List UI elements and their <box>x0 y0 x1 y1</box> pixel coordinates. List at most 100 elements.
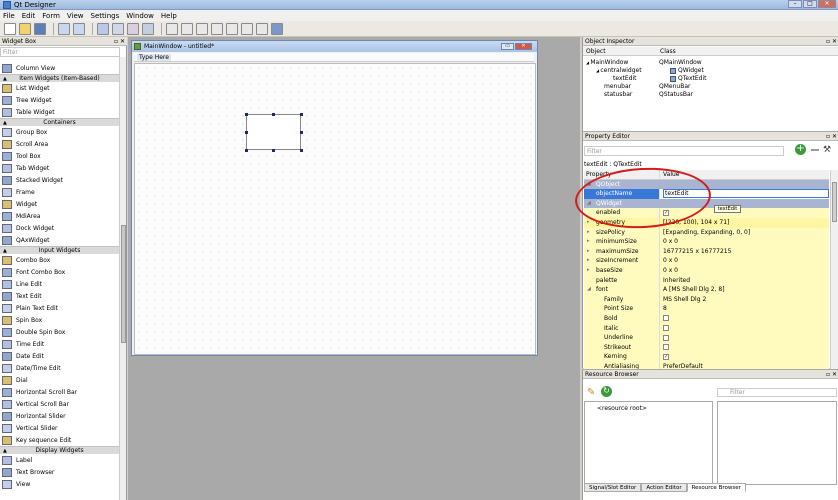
property-row-minimumsize[interactable]: ▸ minimumSize 0 x 0 <box>584 237 829 247</box>
layout-horizontal-icon[interactable] <box>166 22 178 35</box>
widget-category-header[interactable]: ▲ Display Widgets <box>0 446 119 454</box>
property-row-underline[interactable]: Underline <box>584 333 829 343</box>
widget-item-label[interactable]: Label <box>0 454 119 466</box>
expand-arrow-icon[interactable]: ▲ <box>3 247 7 255</box>
widget-item-dial[interactable]: Dial <box>0 374 119 386</box>
property-row-sizepolicy[interactable]: ▸ sizePolicy [Expanding, Expanding, 0, 0] <box>584 227 829 238</box>
property-value[interactable] <box>660 352 829 362</box>
resource-filter-input[interactable]: Filter <box>717 388 837 397</box>
widget-item-tab-widget[interactable]: Tab Widget <box>0 162 119 174</box>
remove-dynamic-property-icon[interactable] <box>811 149 819 151</box>
property-row-antialiasing[interactable]: Antialiasing PreferDefault <box>584 361 829 369</box>
property-checkbox[interactable] <box>663 353 669 360</box>
property-value[interactable]: 0 x 0 <box>660 237 829 247</box>
widget-category-header[interactable]: ▲ Item Widgets (Item-Based) <box>0 74 119 82</box>
object-tree-row[interactable]: ◢ centralwidget <box>596 67 642 75</box>
widget-item-time-edit[interactable]: Time Edit <box>0 338 119 350</box>
resize-handle[interactable] <box>300 149 303 152</box>
widget-item-mdiarea[interactable]: MdiArea <box>0 210 119 222</box>
expand-arrow-icon[interactable]: ▲ <box>3 75 7 83</box>
widget-item-double-spin-box[interactable]: Double Spin Box <box>0 326 119 338</box>
text-edit-widget[interactable] <box>246 114 301 150</box>
widget-item-dock-widget[interactable]: Dock Widget <box>0 222 119 234</box>
widget-item-qaxwidget[interactable]: QAxWidget <box>0 234 119 246</box>
widget-item-spin-box[interactable]: Spin Box <box>0 314 119 326</box>
widget-item-view[interactable]: View <box>0 478 119 490</box>
widget-item-group-box[interactable]: Group Box <box>0 126 119 138</box>
menu-help[interactable]: Help <box>161 12 177 20</box>
widget-item-table-widget[interactable]: Table Widget <box>0 106 119 118</box>
dock-float-close-icon[interactable]: ▫ ✕ <box>826 132 837 141</box>
property-value[interactable] <box>660 333 829 343</box>
property-row-italic[interactable]: Italic <box>584 323 829 334</box>
layout-form-icon[interactable] <box>226 22 238 35</box>
widget-item-combo-box[interactable]: Combo Box <box>0 254 119 266</box>
widget-category-header[interactable]: ▲ Containers <box>0 118 119 126</box>
widget-item-tool-box[interactable]: Tool Box <box>0 150 119 162</box>
property-checkbox[interactable] <box>663 344 669 351</box>
widget-box-scrollbar[interactable] <box>119 57 126 500</box>
object-tree-row[interactable]: ◢ MainWindow <box>586 59 628 67</box>
form-menubar[interactable]: Type Here <box>134 53 534 62</box>
widget-item-horizontal-slider[interactable]: Horizontal Slider <box>0 410 119 422</box>
edit-buddies-icon[interactable] <box>127 22 139 35</box>
layout-grid-icon[interactable] <box>241 22 253 35</box>
property-checkbox[interactable] <box>663 315 669 322</box>
property-value[interactable]: [Expanding, Expanding, 0, 0] <box>660 228 829 238</box>
expand-arrow-icon[interactable]: ▲ <box>3 447 7 455</box>
menu-settings[interactable]: Settings <box>91 12 120 20</box>
widget-item-line-edit[interactable]: Line Edit <box>0 278 119 290</box>
property-row-family[interactable]: Family MS Shell Dlg 2 <box>584 294 829 305</box>
property-value[interactable]: PreferDefault <box>660 362 829 369</box>
dock-float-close-icon[interactable]: ▫ ✕ <box>826 37 837 46</box>
property-value[interactable] <box>660 314 829 324</box>
edit-resources-icon[interactable]: ✎ <box>587 387 595 398</box>
widget-item-scroll-area[interactable]: Scroll Area <box>0 138 119 150</box>
property-checkbox[interactable] <box>663 334 669 341</box>
resource-root-item[interactable]: <resource root> <box>585 402 712 412</box>
expand-arrow-icon[interactable]: ▸ <box>587 218 590 228</box>
expand-arrow-icon[interactable]: ▸ <box>587 256 590 266</box>
widget-item-stacked-widget[interactable]: Stacked Widget <box>0 174 119 186</box>
property-value[interactable]: 16777215 x 16777215 <box>660 247 829 257</box>
widget-item-font-combo-box[interactable]: Font Combo Box <box>0 266 119 278</box>
resize-handle[interactable] <box>272 113 275 116</box>
configure-icon[interactable]: ⚒ <box>823 145 835 155</box>
property-row-maximumsize[interactable]: ▸ maximumSize 16777215 x 16777215 <box>584 246 829 257</box>
menu-file[interactable]: File <box>3 12 15 20</box>
property-value[interactable]: 0 x 0 <box>660 266 829 276</box>
property-value[interactable]: A [MS Shell Dlg 2, 8] <box>660 285 829 295</box>
widget-item-date-edit[interactable]: Date Edit <box>0 350 119 362</box>
break-layout-icon[interactable] <box>256 22 268 35</box>
expand-arrow-icon[interactable]: ▸ <box>587 228 590 238</box>
expand-arrow-icon[interactable]: ◢ <box>587 285 591 295</box>
widget-item-date-time-edit[interactable]: Date/Time Edit <box>0 362 119 374</box>
layout-horizontal-splitter-icon[interactable] <box>196 22 208 35</box>
property-row-kerning[interactable]: Kerning <box>584 352 829 362</box>
menu-view[interactable]: View <box>67 12 84 20</box>
object-tree-row[interactable]: statusbar <box>604 91 632 99</box>
widget-box-filter-input[interactable]: Filter <box>0 47 120 57</box>
expand-arrow-icon[interactable]: ▸ <box>587 266 590 276</box>
edit-widgets-icon[interactable] <box>97 22 109 35</box>
layout-vertical-icon[interactable] <box>181 22 193 35</box>
expand-arrow-icon[interactable]: ▲ <box>3 119 7 127</box>
resize-handle[interactable] <box>245 131 248 134</box>
expand-arrow-icon[interactable]: ▸ <box>587 247 590 257</box>
scrollbar-thumb[interactable] <box>121 225 126 343</box>
menu-edit[interactable]: Edit <box>22 12 36 20</box>
widget-item-list-widget[interactable]: List Widget <box>0 82 119 94</box>
property-value[interactable]: 8 <box>660 304 829 314</box>
bring-to-front-icon[interactable] <box>73 22 85 35</box>
form-minimize-button[interactable]: ▭ <box>501 43 514 50</box>
save-icon[interactable] <box>34 22 46 35</box>
resize-handle[interactable] <box>300 113 303 116</box>
send-to-back-icon[interactable] <box>58 22 70 35</box>
resize-handle[interactable] <box>245 113 248 116</box>
menu-window[interactable]: Window <box>126 12 154 20</box>
resize-handle[interactable] <box>245 149 248 152</box>
widget-item-vertical-scroll-bar[interactable]: Vertical Scroll Bar <box>0 398 119 410</box>
form-canvas[interactable] <box>134 63 536 355</box>
property-filter-input[interactable]: Filter <box>584 146 784 156</box>
property-editor-scrollbar[interactable] <box>830 170 838 369</box>
